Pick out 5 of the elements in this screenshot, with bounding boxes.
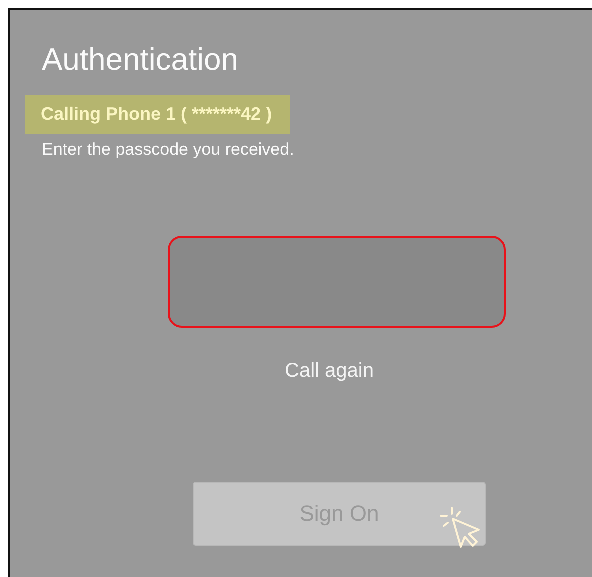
calling-status: Calling Phone 1 ( *******42 ): [25, 95, 290, 134]
passcode-field[interactable]: [168, 236, 506, 328]
call-again-link[interactable]: Call again: [285, 360, 374, 383]
instruction-text: Enter the passcode you received.: [42, 140, 294, 160]
heading: Authentication: [42, 42, 238, 78]
